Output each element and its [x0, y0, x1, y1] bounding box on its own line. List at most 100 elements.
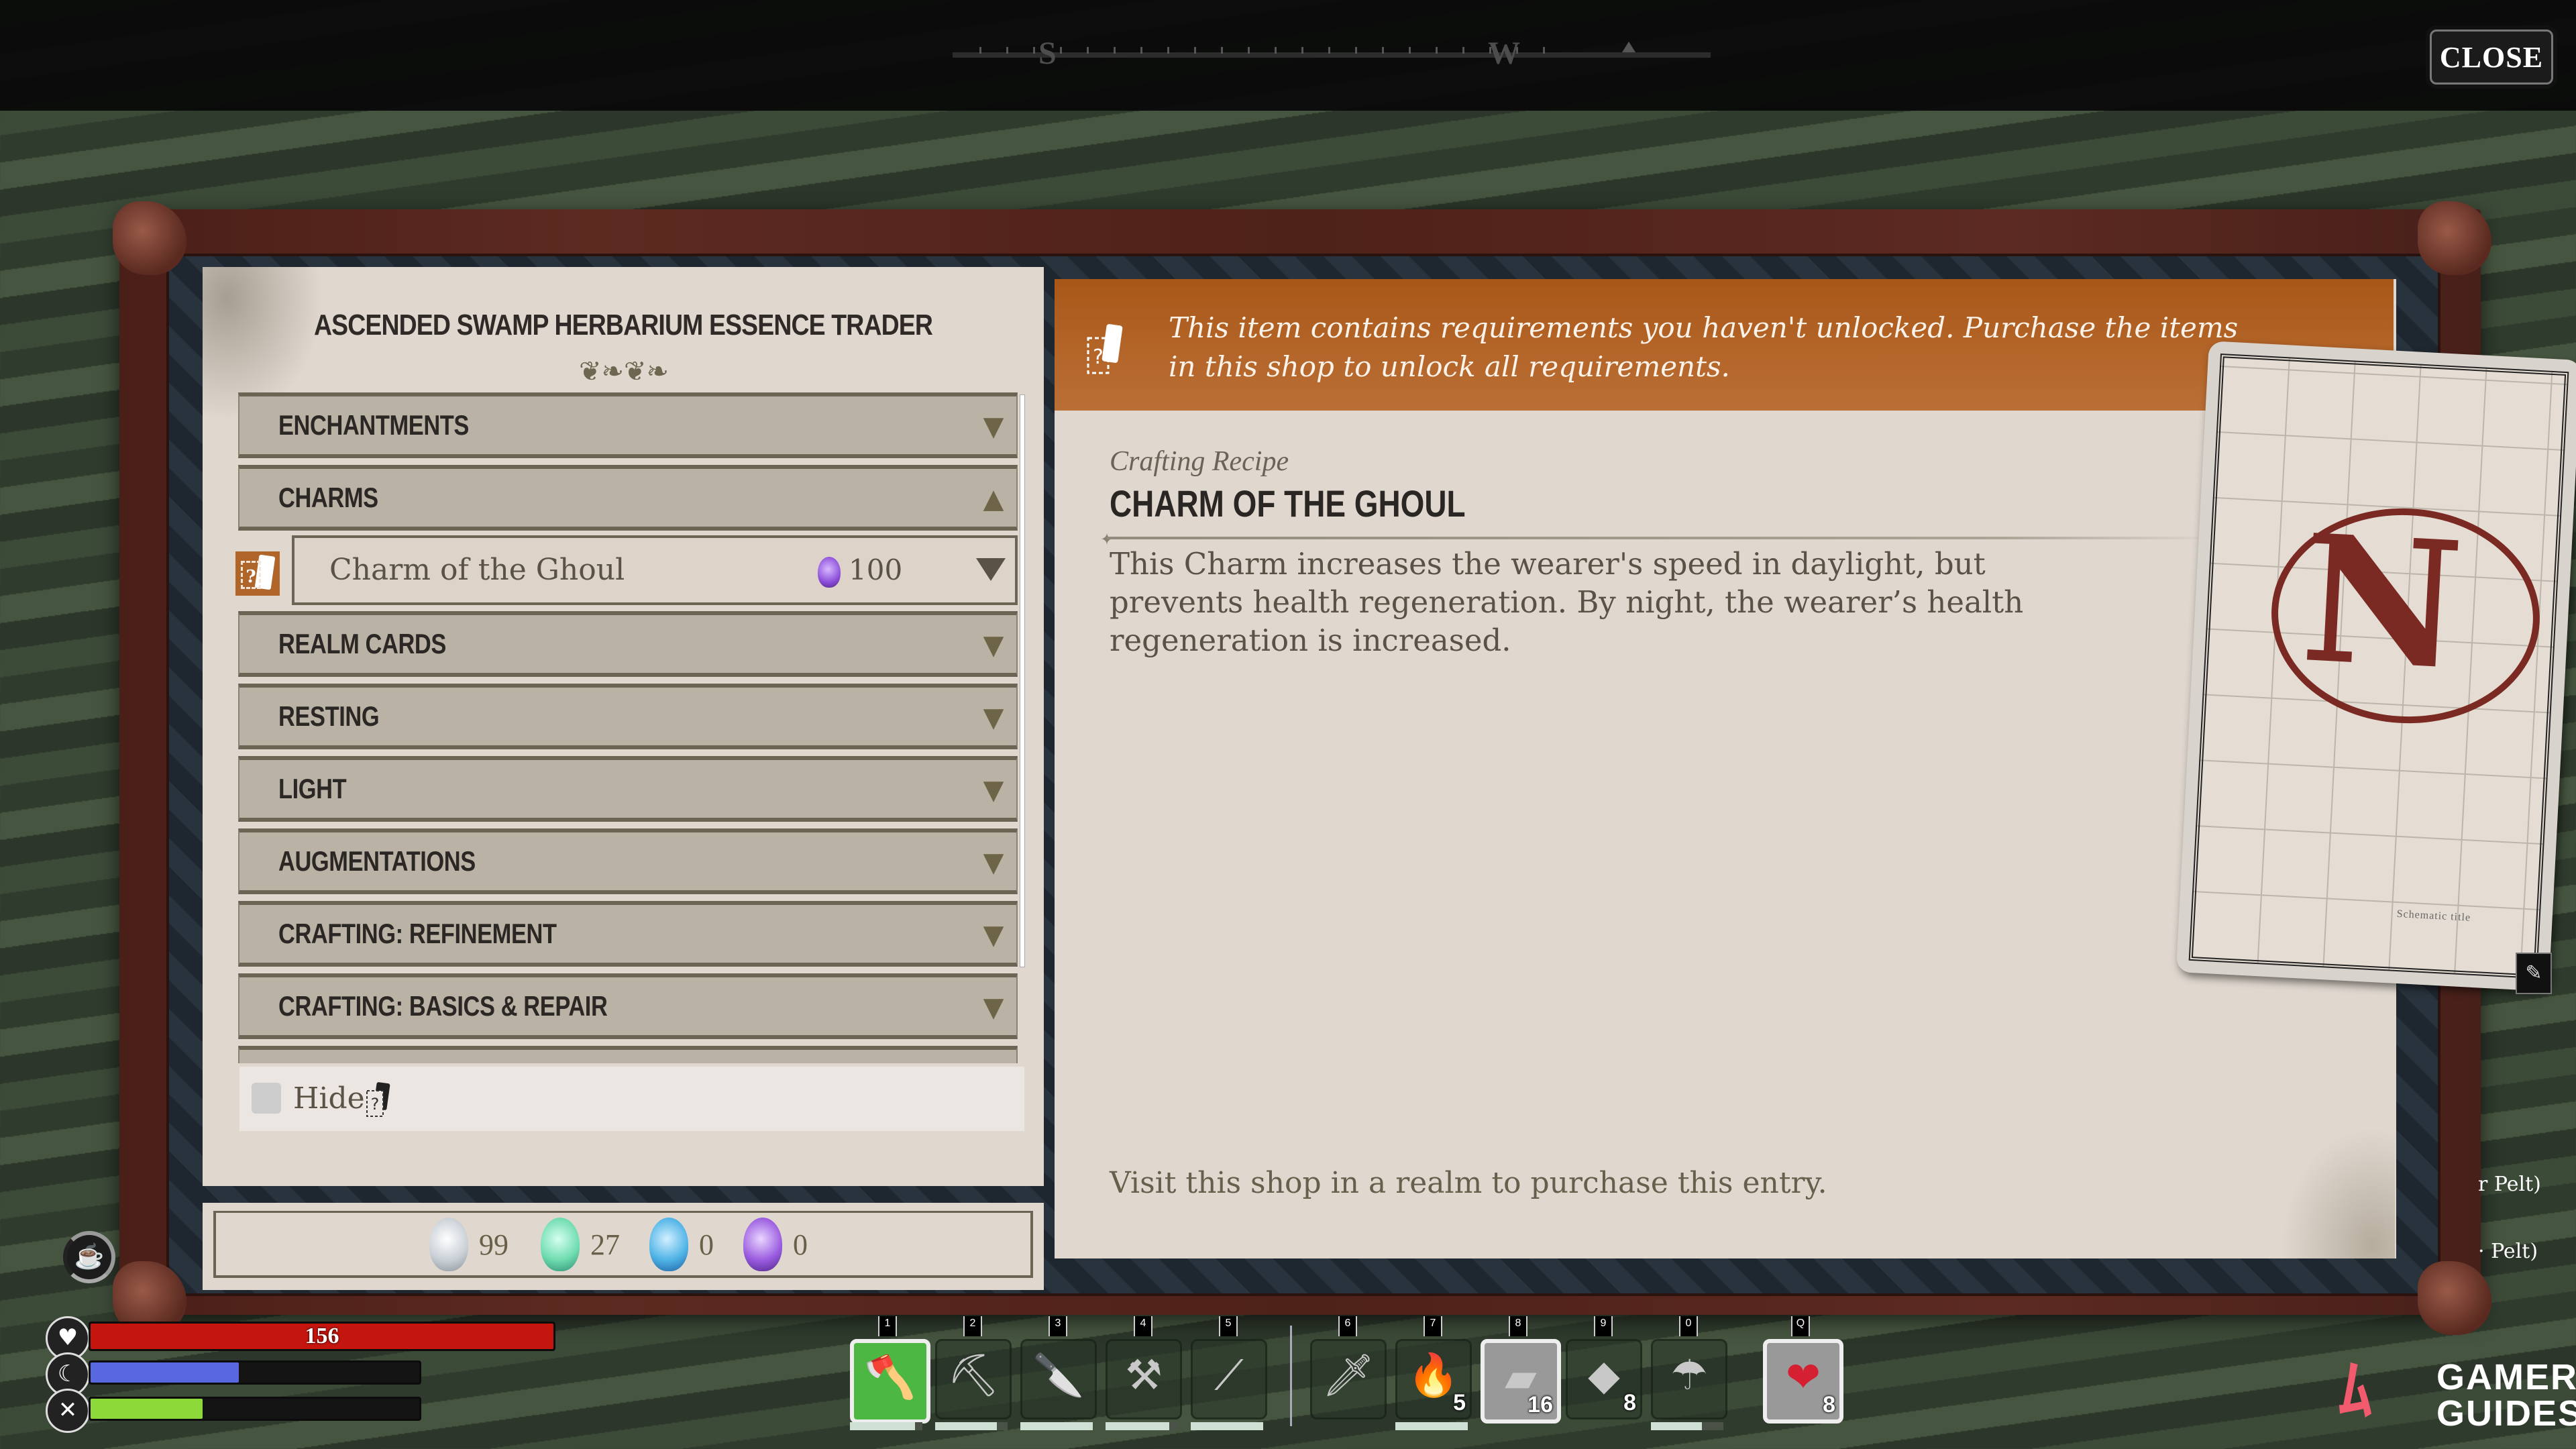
health-bar: 156 [89, 1322, 555, 1351]
item-count: 8 [1823, 1392, 1835, 1417]
durability-bar-fill [1106, 1422, 1170, 1430]
durability-bar [1020, 1422, 1093, 1430]
recipe-card-image: N Schematic title [2176, 341, 2576, 991]
umbrella-icon: ☂ [1670, 1350, 1708, 1399]
plant-decoration [2281, 1127, 2395, 1258]
category-label: ENCHANTMENTS [278, 409, 469, 441]
compass-letter-w: W [1488, 36, 1520, 71]
purple-essence-icon [818, 557, 841, 588]
inspect-button[interactable]: ✎ [2516, 953, 2552, 994]
hotbar-slot-7[interactable]: 🔥 5 [1395, 1339, 1472, 1419]
category-label: RESTING [278, 700, 380, 732]
hotbar-key-5: 5 [1219, 1316, 1238, 1336]
category-scrollbar[interactable] [1020, 394, 1025, 967]
durability-bar [1191, 1422, 1263, 1430]
currency-green-essence: 27 [541, 1218, 620, 1271]
sleep-bar [89, 1360, 421, 1385]
logo-line-1: GAMER [2436, 1357, 2576, 1397]
compass-tick [1355, 47, 1357, 54]
currency-value: 27 [590, 1228, 620, 1261]
compass-tick [1194, 47, 1196, 54]
compass-tick [1409, 47, 1411, 54]
hotbar-slot-4[interactable]: ⚒ [1106, 1339, 1182, 1419]
hatchet-icon: 🪓 [864, 1352, 916, 1401]
shop-item-charm-of-the-ghoul[interactable]: ? Charm of the Ghoul 100 [235, 535, 1018, 605]
background-item-text: · Pelt) [2478, 1240, 2538, 1263]
category-crafting-refinement[interactable]: CRAFTING: REFINEMENT ▼ [238, 901, 1018, 967]
category-enchantments[interactable]: ENCHANTMENTS ▼ [238, 392, 1018, 458]
dropdown-arrow-icon[interactable] [976, 558, 1006, 581]
hotbar-slot-9[interactable]: ◆ 8 [1566, 1339, 1642, 1419]
durability-bar [935, 1422, 1008, 1430]
hotbar-slot-1[interactable]: 🪓 [850, 1339, 930, 1424]
compass-letter-s: S [1038, 36, 1057, 71]
currency-blue-essence: 0 [649, 1218, 714, 1271]
compass-tick [1462, 47, 1464, 54]
category-charms[interactable]: CHARMS ▲ [238, 465, 1018, 531]
tea-cup-icon: ☕ [63, 1231, 115, 1283]
compass-tick [1221, 47, 1223, 54]
hotbar-slot-8[interactable]: ▰ 16 [1481, 1339, 1561, 1424]
hotbar-slot-2[interactable]: ⛏ [935, 1339, 1012, 1419]
compass-tick [1167, 47, 1169, 54]
category-partial[interactable] [238, 1046, 1018, 1063]
hotbar-key-Q: Q [1791, 1316, 1810, 1336]
durability-bar-fill [935, 1422, 997, 1430]
expand-icon: ▼ [983, 702, 1004, 733]
expand-icon: ▼ [983, 920, 1004, 951]
svg-text:?: ? [1093, 345, 1104, 369]
compass-tick [1543, 47, 1545, 54]
category-label: AUGMENTATIONS [278, 845, 476, 877]
purchase-note: Visit this shop in a realm to purchase t… [1110, 1166, 1827, 1200]
hotbar-key-4: 4 [1134, 1316, 1152, 1336]
durability-bar-fill [1191, 1422, 1263, 1430]
category-label: CHARMS [278, 482, 378, 513]
category-resting[interactable]: RESTING ▼ [238, 684, 1018, 749]
background-item-text: r Pelt) [2478, 1173, 2541, 1196]
sleep-bar-fill [91, 1362, 239, 1383]
pickaxe-icon: ⛏ [947, 1350, 1000, 1399]
expand-icon: ▼ [983, 775, 1004, 806]
divider [1107, 537, 2220, 539]
logo-mark-icon: ﾑ [2339, 1353, 2372, 1428]
hotbar-slot-3[interactable]: 🔪 [1020, 1339, 1097, 1419]
category-realm-cards[interactable]: REALM CARDS ▼ [238, 611, 1018, 677]
compass-tick [1382, 47, 1384, 54]
hotbar-key-3: 3 [1049, 1316, 1067, 1336]
sickle-icon: ⚒ [1125, 1350, 1163, 1399]
durability-bar [1651, 1422, 1723, 1430]
hotbar-slot-0[interactable]: ☂ [1651, 1339, 1727, 1419]
compass-tick [979, 47, 981, 54]
durability-bar-fill [1651, 1422, 1702, 1430]
category-light[interactable]: LIGHT ▼ [238, 756, 1018, 822]
compass-tick [1114, 47, 1116, 54]
blue-essence-icon [649, 1218, 688, 1271]
category-augmentations[interactable]: AUGMENTATIONS ▼ [238, 828, 1018, 894]
white-essence-icon [429, 1218, 468, 1271]
hotbar-slot-6[interactable]: 🗡 [1310, 1339, 1387, 1419]
compass-tick [1140, 47, 1142, 54]
hotbar-key-7: 7 [1424, 1316, 1442, 1336]
locked-requirement-icon: ? [366, 1082, 390, 1117]
hotbar-slot-5[interactable]: ⟋ [1191, 1339, 1267, 1419]
recipe-type: Crafting Recipe [1110, 446, 1289, 477]
expand-icon: ▼ [983, 630, 1004, 661]
durability-bar-fill [1020, 1422, 1093, 1430]
hide-locked-toggle[interactable]: Hide ? [239, 1067, 1024, 1131]
hotbar-slot-Q[interactable]: ❤ 8 [1763, 1339, 1843, 1424]
item-count: 5 [1453, 1390, 1466, 1415]
hunger-bar [89, 1397, 421, 1421]
close-button[interactable]: CLOSE [2430, 30, 2553, 85]
category-label: CRAFTING: REFINEMENT [278, 918, 557, 949]
hide-label: Hide [293, 1081, 365, 1116]
durability-bar [1106, 1422, 1178, 1430]
hide-checkbox[interactable] [252, 1083, 281, 1114]
compass-tick [1248, 47, 1250, 54]
hunger-bar-fill [91, 1399, 203, 1419]
currency-value: 0 [699, 1228, 714, 1261]
item-count: 16 [1527, 1392, 1553, 1417]
item-name: Charm of the Ghoul [329, 553, 625, 587]
currency-value: 99 [479, 1228, 508, 1261]
recipe-title: CHARM OF THE GHOUL [1110, 482, 1466, 525]
category-crafting-basics-repair[interactable]: CRAFTING: BASICS & REPAIR ▼ [238, 973, 1018, 1039]
